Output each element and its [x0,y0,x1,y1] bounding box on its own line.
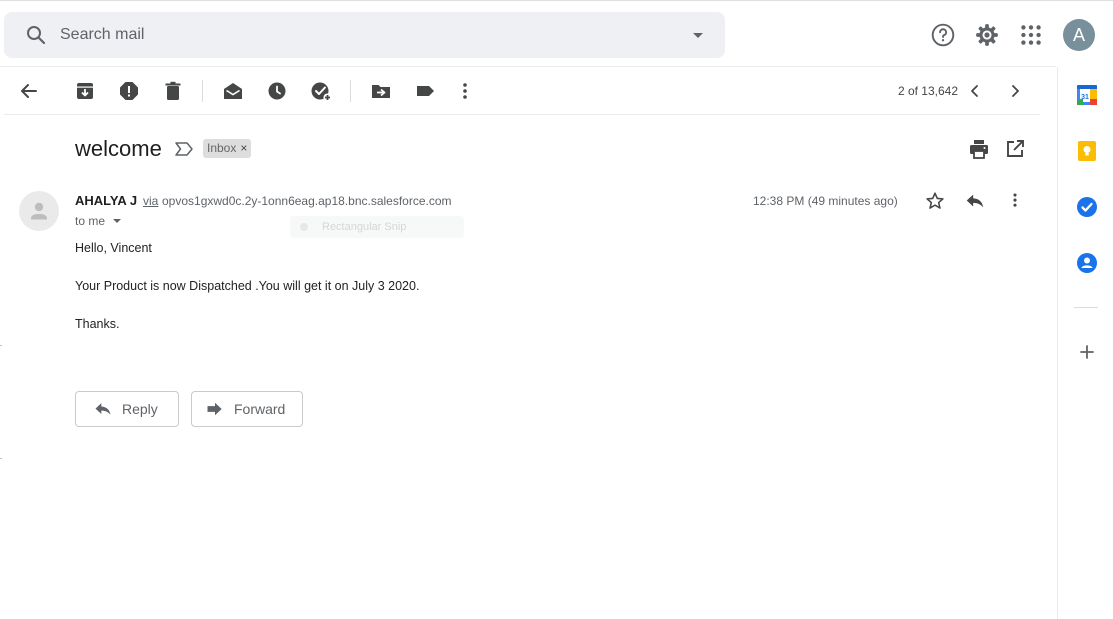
message-timestamp: 12:38 PM (49 minutes ago) [753,194,898,208]
tasks-icon[interactable] [1076,196,1098,218]
star-icon[interactable] [924,190,946,212]
body-greeting: Hello, Vincent [75,241,152,255]
mark-unread-icon[interactable] [221,79,245,103]
toolbar-separator [350,80,351,102]
forward-button-label: Forward [234,401,286,417]
via-link[interactable]: via [143,194,158,208]
ghost-snip-tooltip: Rectangular Snip [290,216,464,238]
labels-icon[interactable] [413,79,437,103]
sender-avatar[interactable] [19,191,59,231]
body-signoff: Thanks. [75,317,120,331]
show-details-caret-icon[interactable] [111,216,123,226]
snooze-icon[interactable] [265,79,289,103]
reply-button-label: Reply [122,401,158,417]
person-placeholder-icon [31,202,47,220]
left-edge-mark [0,458,2,459]
ghost-tooltip-dot [300,223,308,231]
importance-marker-icon[interactable] [174,140,194,158]
add-addon-icon[interactable] [1076,341,1098,363]
help-icon[interactable] [930,22,956,48]
settings-icon[interactable] [974,22,1000,48]
forward-button[interactable]: Forward [191,391,303,427]
calendar-day-text: 31 [1081,94,1089,101]
email-subject: welcome [75,136,162,161]
move-to-icon[interactable] [369,79,393,103]
message-more-vert-icon[interactable] [1004,190,1026,212]
pagination-count: 2 of 13,642 [897,84,958,98]
report-spam-icon[interactable] [117,79,141,103]
side-panel: 31 [1057,67,1113,619]
calendar-icon[interactable]: 31 [1076,84,1098,106]
search-bar[interactable] [4,12,725,58]
toolbar-separator [202,80,203,102]
search-options-caret-icon[interactable] [686,23,710,47]
forward-arrow-icon [207,402,222,416]
open-new-window-icon[interactable] [1003,137,1027,161]
body-paragraph: Your Product is now Dispatched .You will… [75,279,420,293]
recipient-label: to me [75,214,106,228]
keep-icon[interactable] [1076,140,1098,162]
ghost-tooltip-text: Rectangular Snip [322,221,407,233]
top-border [0,0,1113,3]
toolbar-divider [4,114,1040,115]
left-edge-mark [0,345,2,346]
archive-icon[interactable] [73,79,97,103]
sender-name[interactable]: AHALYA J [75,193,137,208]
newer-chevron-left-icon[interactable] [963,79,987,103]
search-icon[interactable] [24,23,48,47]
reply-arrow-icon [95,403,111,415]
label-chip-text: Inbox [207,141,237,155]
sender-address: opvos1gxwd0c.2y-1onn6eag.ap18.bnc.salesf… [162,194,452,208]
account-avatar[interactable]: A [1063,19,1095,51]
contacts-icon[interactable] [1076,252,1098,274]
add-task-icon[interactable] [309,79,333,103]
remove-label-button[interactable]: × [240,141,247,155]
side-panel-divider [1074,307,1098,308]
inbox-label-chip: Inbox × [203,139,252,158]
reply-button[interactable]: Reply [75,391,179,427]
reply-icon[interactable] [964,190,986,212]
older-chevron-right-icon[interactable] [1003,79,1027,103]
apps-grid-icon[interactable] [1018,22,1044,48]
header-divider [0,66,1056,67]
back-arrow-icon[interactable] [17,79,41,103]
delete-icon[interactable] [161,79,185,103]
more-vert-icon[interactable] [453,79,477,103]
search-input[interactable] [60,23,660,47]
print-icon[interactable] [967,137,991,161]
